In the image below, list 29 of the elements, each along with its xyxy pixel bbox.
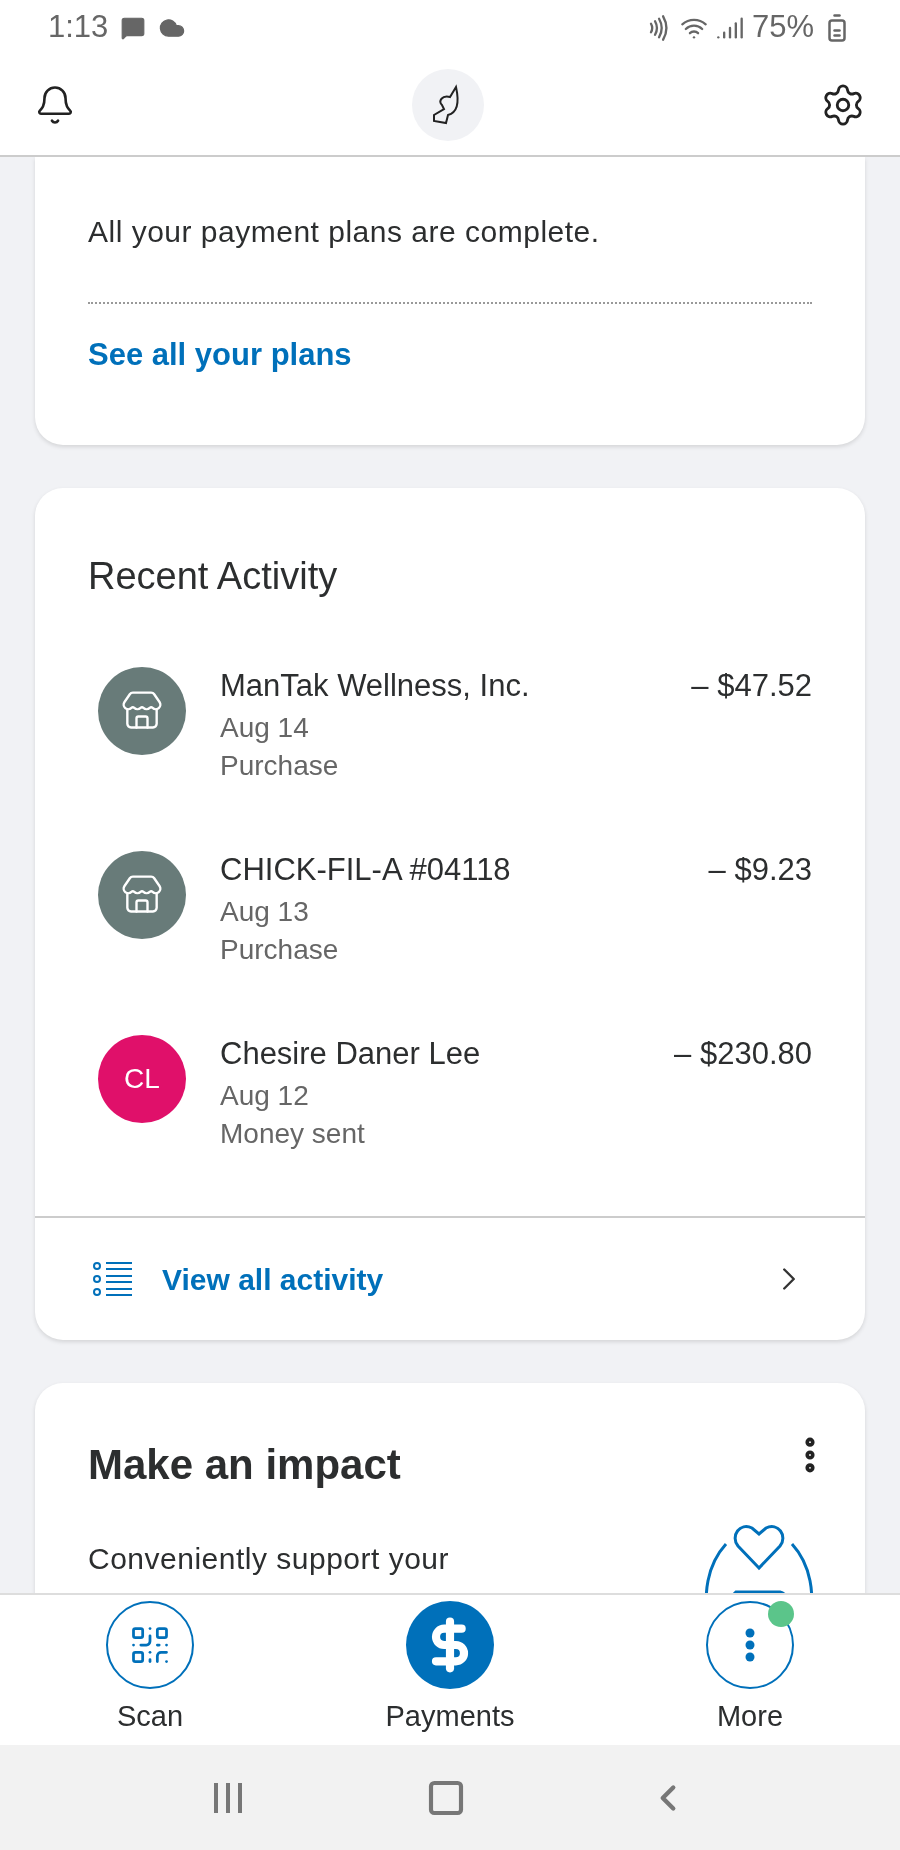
payments-nav-button[interactable]: Payments [350,1601,550,1739]
impact-title: Make an impact [88,1440,401,1490]
payee-name: CHICK-FIL-A #04118 [220,851,512,889]
transaction-amount: – $9.23 [708,851,812,889]
activity-item[interactable]: CHICK-FIL-A #04118 Aug 13 Purchase – $9.23 [88,851,812,999]
plans-message: All your payment plans are complete. [88,214,601,250]
battery-percent: 75% [751,8,814,47]
view-activity-link[interactable]: View all activity [35,1218,865,1340]
scan-nav-button[interactable]: Scan [50,1601,250,1739]
transaction-type: Purchase [220,933,340,967]
impact-text: Conveniently support your [88,1541,450,1577]
transaction-amount: – $230.80 [674,1035,812,1073]
transaction-date: Aug 12 [220,1079,310,1113]
transaction-type: Purchase [220,749,340,783]
more-icon [745,1628,755,1663]
list-icon [92,1260,134,1298]
activity-title: Recent Activity [88,554,339,599]
payee-name: ManTak Wellness, Inc. [220,667,531,705]
transaction-date: Aug 13 [220,895,310,929]
transaction-amount: – $47.52 [691,667,812,705]
more-nav-button[interactable]: More [650,1601,850,1739]
see-plans-link[interactable]: See all your plans [88,337,352,372]
activity-item[interactable]: ManTak Wellness, Inc. Aug 14 Purchase – $47.52 [88,667,812,815]
transaction-type: Money sent [220,1117,366,1151]
clock-time: 1:13 [48,8,109,47]
transaction-date: Aug 14 [220,711,310,745]
activity-item[interactable]: CL Chesire Daner Lee Aug 12 Money sent – $230.80 [88,1035,812,1183]
payee-name: Chesire Daner Lee [220,1035,482,1073]
initials-avatar: CL [98,1035,186,1123]
